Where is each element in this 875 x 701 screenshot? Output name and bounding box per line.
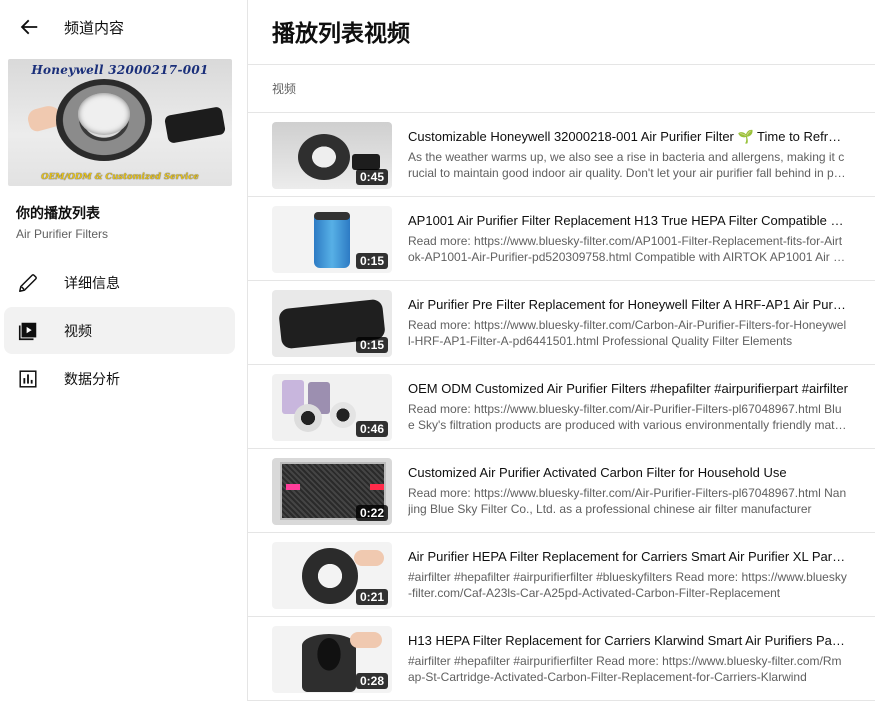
filter-image [302, 548, 358, 604]
video-title[interactable]: Air Purifier HEPA Filter Replacement for… [408, 549, 848, 564]
nav-item-label: 视频 [64, 324, 92, 340]
back-button[interactable] [14, 12, 44, 42]
filter-cap-image [314, 212, 350, 220]
table-row[interactable]: 0:22 Customized Air Purifier Activated C… [248, 449, 875, 533]
thumbnail-caption-top: Honeywell 32000217-001 [31, 63, 209, 77]
filter-image [330, 402, 356, 428]
video-thumbnail[interactable]: 0:15 [272, 290, 392, 357]
table-row[interactable]: 0:15 Air Purifier Pre Filter Replacement… [248, 281, 875, 365]
video-thumbnail[interactable]: 0:22 [272, 458, 392, 525]
video-play-icon [17, 320, 39, 342]
analytics-icon [17, 368, 39, 390]
duration-badge: 0:22 [355, 505, 388, 521]
playlist-name: Air Purifier Filters [16, 227, 109, 241]
filter-image [314, 212, 350, 268]
thumbnail-caption-bottom: OEM/ODM & Customized Service [41, 172, 199, 182]
video-description: Read more: https://www.bluesky-filter.co… [408, 486, 847, 516]
sidebar: 频道内容 Honeywell 32000217-001 OEM/ODM & Cu… [0, 0, 248, 701]
hand-image [350, 632, 382, 648]
video-description: #airfilter #hepafilter #airpurifierfilte… [408, 570, 847, 600]
table-row[interactable]: 0:46 OEM ODM Customized Air Purifier Fil… [248, 365, 875, 449]
video-thumbnail[interactable]: 0:46 [272, 374, 392, 441]
table-row[interactable]: 0:15 AP1001 Air Purifier Filter Replacem… [248, 197, 875, 281]
video-title[interactable]: Customizable Honeywell 32000218-001 Air … [408, 129, 848, 145]
arrow-left-icon [20, 19, 38, 35]
foam-filter-image [164, 106, 226, 144]
playlist-label: 你的播放列表 [16, 206, 100, 222]
video-title[interactable]: H13 HEPA Filter Replacement for Carriers… [408, 633, 848, 648]
nav-item-label: 详细信息 [64, 276, 120, 292]
label-tag [286, 484, 300, 490]
video-description: Read more: https://www.bluesky-filter.co… [408, 318, 847, 348]
hand-image [354, 550, 384, 566]
nav-item-label: 数据分析 [64, 372, 120, 388]
table-row[interactable]: 0:21 Air Purifier HEPA Filter Replacemen… [248, 533, 875, 617]
duration-badge: 0:15 [355, 337, 388, 353]
label-tag [370, 484, 384, 490]
filter-ring-center [78, 93, 130, 135]
playlist-thumbnail[interactable]: Honeywell 32000217-001 OEM/ODM & Customi… [8, 59, 232, 186]
video-thumbnail[interactable]: 0:15 [272, 206, 392, 273]
video-thumbnail[interactable]: 0:21 [272, 542, 392, 609]
pencil-icon [17, 272, 39, 294]
foam-image [352, 154, 380, 170]
main-content: 播放列表视频 视频 0:45 Customizable Honeywell 32… [248, 0, 875, 701]
divider [248, 64, 875, 65]
table-row[interactable]: 0:45 Customizable Honeywell 32000218-001… [248, 113, 875, 197]
video-title[interactable]: OEM ODM Customized Air Purifier Filters … [408, 381, 848, 396]
table-row[interactable]: 0:28 H13 HEPA Filter Replacement for Car… [248, 617, 875, 701]
duration-badge: 0:28 [355, 673, 388, 689]
video-title[interactable]: Customized Air Purifier Activated Carbon… [408, 465, 848, 480]
page-title: 播放列表视频 [272, 21, 410, 47]
duration-badge: 0:21 [355, 589, 388, 605]
filter-image [294, 404, 322, 432]
nav-item-details[interactable]: 详细信息 [4, 259, 235, 306]
duration-badge: 0:46 [355, 421, 388, 437]
video-description: #airfilter #hepafilter #airpurifierfilte… [408, 654, 842, 684]
nav-item-videos[interactable]: 视频 [4, 307, 235, 354]
sidebar-header: 频道内容 [0, 0, 248, 54]
video-description: Read more: https://www.bluesky-filter.co… [408, 234, 848, 264]
filter-image [298, 134, 350, 180]
column-header-videos: 视频 [272, 82, 297, 96]
sidebar-title: 频道内容 [64, 19, 125, 37]
nav-item-analytics[interactable]: 数据分析 [4, 355, 235, 402]
video-thumbnail[interactable]: 0:28 [272, 626, 392, 693]
video-description: As the weather warms up, we also see a r… [408, 150, 848, 180]
filter-image [302, 634, 356, 692]
video-description: Read more: https://www.bluesky-filter.co… [408, 402, 848, 432]
duration-badge: 0:15 [355, 253, 388, 269]
video-thumbnail[interactable]: 0:45 [272, 122, 392, 189]
video-title[interactable]: Air Purifier Pre Filter Replacement for … [408, 297, 848, 312]
duration-badge: 0:45 [355, 169, 388, 185]
video-title[interactable]: AP1001 Air Purifier Filter Replacement H… [408, 213, 848, 228]
